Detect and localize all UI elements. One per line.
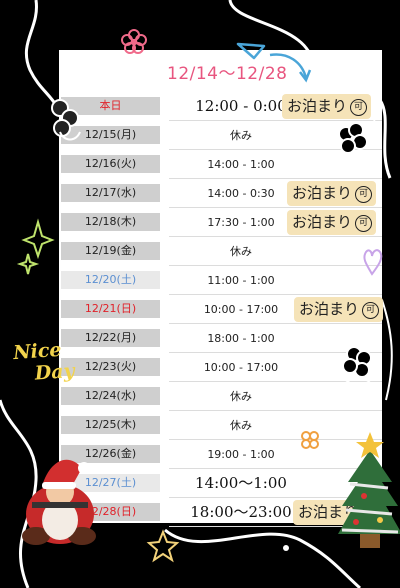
sparkle-icon bbox=[16, 218, 55, 275]
christmas-tree-icon bbox=[338, 432, 400, 548]
paper-plane-icon bbox=[236, 42, 312, 83]
small-flower-icon bbox=[301, 431, 319, 449]
schedule-graphic: 12/14〜12/28 本日 12:00 - 0:00 お泊まり可 12/15(月) 休… bbox=[0, 0, 400, 588]
flower-doodle-icon bbox=[51, 99, 81, 141]
heart-icon bbox=[363, 249, 383, 276]
flower-icon bbox=[121, 29, 147, 54]
flower-sticker-icon bbox=[342, 346, 372, 386]
sticker-layer bbox=[16, 29, 400, 563]
santa-icon bbox=[22, 459, 96, 545]
star-icon bbox=[146, 529, 180, 563]
day-text: Day bbox=[34, 359, 76, 385]
flower-sparkle-icon bbox=[338, 119, 382, 154]
nice-day-text: Nice Day bbox=[13, 338, 76, 386]
